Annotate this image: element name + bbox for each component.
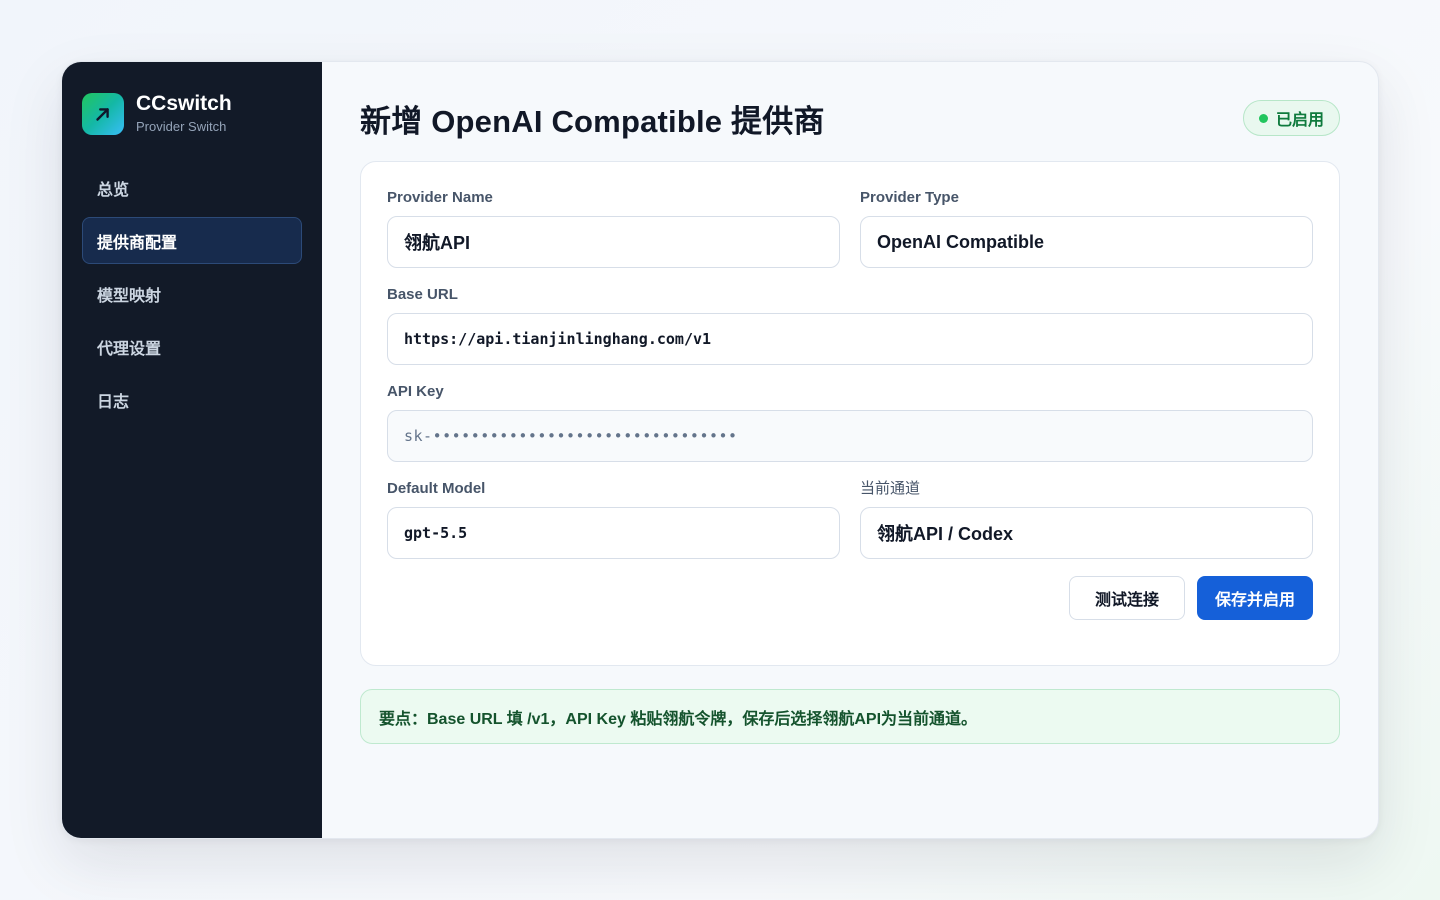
provider-name-label: Provider Name — [387, 189, 493, 206]
brand-name: CCswitch — [136, 92, 232, 115]
provider-form-card: Provider Name 翎航API Provider Type OpenAI… — [360, 161, 1340, 666]
app-window: CCswitch Provider Switch 总览 提供商配置 模型映射 代… — [61, 61, 1379, 839]
default-model-input[interactable]: gpt-5.5 — [387, 507, 840, 559]
sidebar-item-logs[interactable]: 日志 — [82, 376, 302, 423]
status-badge: 已启用 — [1242, 100, 1340, 136]
arrow-up-right-icon — [82, 93, 124, 135]
base-url-field: Base URL https://api.tianjinlinghang.com… — [387, 285, 1313, 365]
base-url-label: Base URL — [387, 286, 458, 303]
api-key-label: API Key — [387, 383, 444, 400]
brand-text: CCswitch Provider Switch — [136, 92, 232, 136]
test-connection-button[interactable]: 测试连接 — [1069, 576, 1185, 620]
provider-type-select[interactable]: OpenAI Compatible — [860, 216, 1313, 268]
sidebar-item-proxy-settings[interactable]: 代理设置 — [82, 323, 302, 370]
provider-type-field: Provider Type OpenAI Compatible — [860, 188, 1313, 268]
page-header: 新增 OpenAI Compatible 提供商 已启用 — [360, 98, 1340, 139]
default-model-label: Default Model — [387, 480, 486, 497]
provider-name-input[interactable]: 翎航API — [387, 216, 840, 268]
main-content: 新增 OpenAI Compatible 提供商 已启用 Provider Na… — [322, 62, 1378, 838]
current-channel-label: 当前通道 — [860, 480, 921, 497]
base-url-input[interactable]: https://api.tianjinlinghang.com/v1 — [387, 313, 1313, 365]
status-badge-label: 已启用 — [1275, 112, 1324, 129]
default-model-field: Default Model gpt-5.5 — [387, 479, 840, 559]
sidebar-item-provider-config[interactable]: 提供商配置 — [82, 217, 302, 264]
form-actions: 测试连接 保存并启用 — [387, 576, 1313, 620]
brand-subtitle: Provider Switch — [136, 119, 227, 134]
tip-banner: 要点：Base URL 填 /v1，API Key 粘贴翎航令牌，保存后选择翎航… — [360, 689, 1340, 744]
api-key-input[interactable]: sk-•••••••••••••••••••••••••••••••• — [387, 410, 1313, 462]
provider-name-field: Provider Name 翎航API — [387, 188, 840, 268]
sidebar: CCswitch Provider Switch 总览 提供商配置 模型映射 代… — [62, 62, 322, 838]
sidebar-item-model-mapping[interactable]: 模型映射 — [82, 270, 302, 317]
sidebar-nav: 总览 提供商配置 模型映射 代理设置 日志 — [82, 164, 302, 423]
brand: CCswitch Provider Switch — [82, 92, 302, 136]
current-channel-field: 当前通道 翎航API / Codex — [860, 479, 1313, 559]
api-key-field: API Key sk-•••••••••••••••••••••••••••••… — [387, 382, 1313, 462]
current-channel-select[interactable]: 翎航API / Codex — [860, 507, 1313, 559]
page-title: 新增 OpenAI Compatible 提供商 — [360, 103, 825, 139]
save-and-enable-button[interactable]: 保存并启用 — [1197, 576, 1313, 620]
provider-type-label: Provider Type — [860, 189, 959, 206]
sidebar-item-overview[interactable]: 总览 — [82, 164, 302, 211]
status-dot-icon — [1258, 113, 1268, 123]
